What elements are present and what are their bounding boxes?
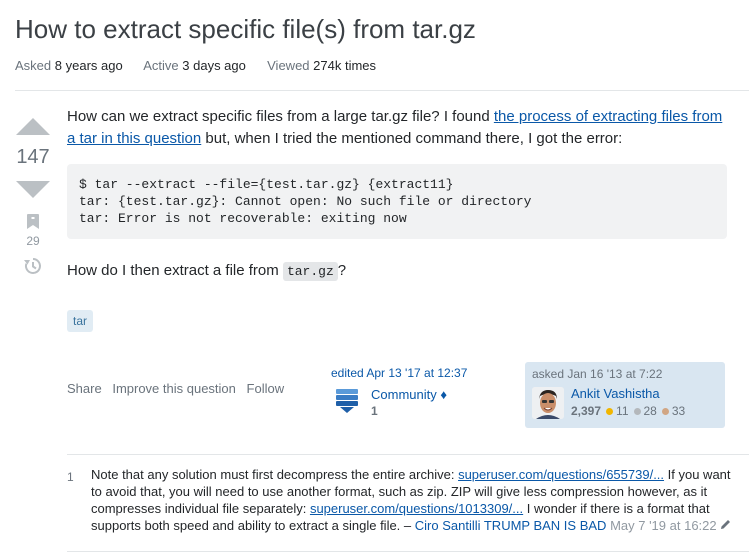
comment-body: Note that any solution must first decomp…: [91, 466, 741, 534]
edited-timestamp[interactable]: edited Apr 13 '17 at 12:37: [331, 366, 467, 380]
bookmark-count: 29: [26, 234, 40, 248]
edited-signature: edited Apr 13 '17 at 12:37 Community ♦ 1: [331, 366, 467, 418]
divider: [67, 551, 749, 552]
bronze-badge-icon: [661, 408, 669, 415]
comment-link[interactable]: superuser.com/questions/655739/...: [458, 467, 664, 482]
body-paragraph-2: How do I then extract a file from tar.gz…: [67, 262, 347, 281]
pencil-icon[interactable]: [720, 518, 731, 533]
bookmark-icon[interactable]: [27, 214, 39, 229]
history-icon[interactable]: [23, 256, 43, 276]
asked-label: Asked: [15, 58, 52, 73]
editor-name[interactable]: Community ♦: [371, 387, 447, 402]
reputation-score: 2,397: [571, 404, 602, 418]
bronze-badge-count: 33: [671, 404, 686, 418]
upvote-arrow-icon[interactable]: [16, 118, 50, 135]
moderator-diamond-icon: ♦: [440, 387, 448, 402]
gold-badge-count: 11: [616, 404, 629, 418]
downvote-arrow-icon[interactable]: [16, 181, 50, 198]
body-text: How do I then extract a file from: [67, 262, 283, 279]
owner-signature: asked Jan 16 '13 at 7:22 Ankit Vashistha…: [525, 362, 725, 428]
vote-cell: 147 29: [10, 112, 56, 276]
silver-badge-icon: [633, 408, 641, 415]
comment-link[interactable]: superuser.com/questions/1013309/...: [310, 501, 523, 516]
improve-question-link[interactable]: Improve this question: [112, 381, 236, 396]
comment-date[interactable]: May 7 '19 at 16:22: [610, 518, 717, 533]
owner-reputation: 2,397 11 28 33: [571, 404, 685, 418]
editor-name-text[interactable]: Community: [371, 387, 437, 402]
community-avatar[interactable]: [336, 389, 358, 413]
question-body: How can we extract specific files from a…: [67, 106, 727, 239]
viewed-label: Viewed: [267, 58, 310, 73]
vote-score: 147: [16, 146, 50, 168]
comment: 1 Note that any solution must first deco…: [67, 455, 749, 542]
share-link[interactable]: Share: [67, 381, 102, 396]
body-paragraph-1: How can we extract specific files from a…: [67, 106, 727, 150]
post-actions: Share Improve this question Follow: [67, 381, 291, 396]
owner-name[interactable]: Ankit Vashistha: [571, 386, 660, 401]
asked-timestamp: asked Jan 16 '13 at 7:22: [532, 367, 663, 381]
inline-code: tar.gz: [282, 262, 338, 281]
code-block: $ tar --extract --file={test.tar.gz} {ex…: [67, 164, 727, 239]
comment-score: 1: [67, 470, 74, 484]
body-text: How can we extract specific files from a…: [67, 108, 494, 125]
body-text: ?: [337, 262, 347, 279]
follow-link[interactable]: Follow: [247, 381, 285, 396]
body-text: but, when I tried the mentioned command …: [201, 130, 623, 147]
editor-reputation: 1: [371, 404, 378, 418]
silver-badge-count: 28: [643, 404, 657, 418]
comments-section: 1 Note that any solution must first deco…: [67, 454, 749, 542]
user-avatar[interactable]: [532, 387, 564, 419]
comment-text: Note that any solution must first decomp…: [91, 467, 459, 482]
asked-value: 8 years ago: [54, 58, 123, 73]
divider: [15, 90, 749, 91]
viewed-value: 274k times: [313, 58, 377, 73]
tag-tar[interactable]: tar: [67, 310, 94, 332]
question-meta: Asked 8 years ago Active 3 days ago View…: [15, 58, 376, 73]
comment-author[interactable]: Ciro Santilli TRUMP BAN IS BAD: [415, 518, 607, 533]
gold-badge-icon: [606, 408, 614, 415]
active-value[interactable]: 3 days ago: [182, 58, 246, 73]
question-title[interactable]: How to extract specific file(s) from tar…: [15, 14, 476, 45]
active-label: Active: [143, 58, 179, 73]
